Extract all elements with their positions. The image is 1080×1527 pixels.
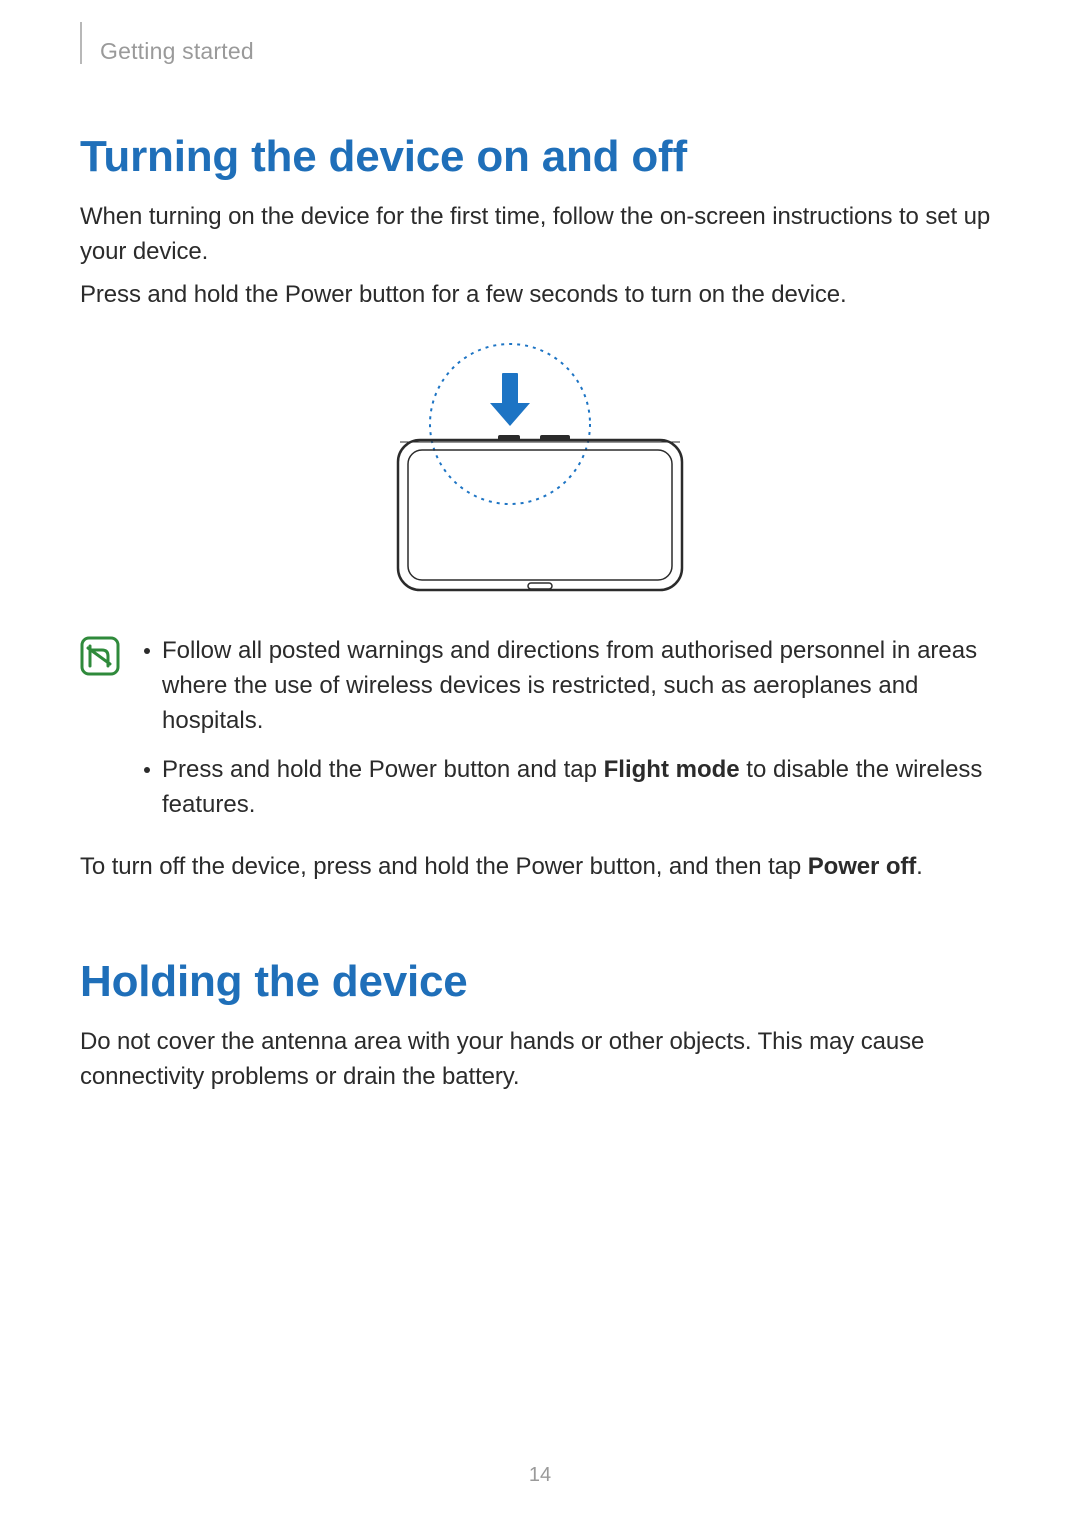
paragraph: Do not cover the antenna area with your … xyxy=(80,1025,1000,1095)
note-block: Follow all posted warnings and direction… xyxy=(80,634,1000,836)
manual-page: Getting started Turning the device on an… xyxy=(0,0,1080,1527)
paragraph: Press and hold the Power button for a fe… xyxy=(80,278,1000,313)
figure-power-button xyxy=(80,340,1000,610)
page-number: 14 xyxy=(0,1464,1080,1487)
section-title-turning-on-off: Turning the device on and off xyxy=(80,132,1000,182)
header-bar: Getting started xyxy=(80,30,1000,72)
paragraph: When turning on the device for the first… xyxy=(80,200,1000,270)
note-icon xyxy=(80,636,120,681)
paragraph: To turn off the device, press and hold t… xyxy=(80,850,1000,885)
bullet-icon xyxy=(144,648,150,654)
note-text: Press and hold the Power button and tap … xyxy=(162,753,1000,823)
note-item: Follow all posted warnings and direction… xyxy=(144,634,1000,738)
section-title-holding-device: Holding the device xyxy=(80,957,1000,1007)
note-text: Follow all posted warnings and direction… xyxy=(162,634,1000,738)
device-power-illustration xyxy=(380,340,700,610)
header-section-label: Getting started xyxy=(100,38,254,65)
header-mark xyxy=(80,22,82,64)
note-list: Follow all posted warnings and direction… xyxy=(144,634,1000,836)
bullet-icon xyxy=(144,767,150,773)
note-item: Press and hold the Power button and tap … xyxy=(144,753,1000,823)
